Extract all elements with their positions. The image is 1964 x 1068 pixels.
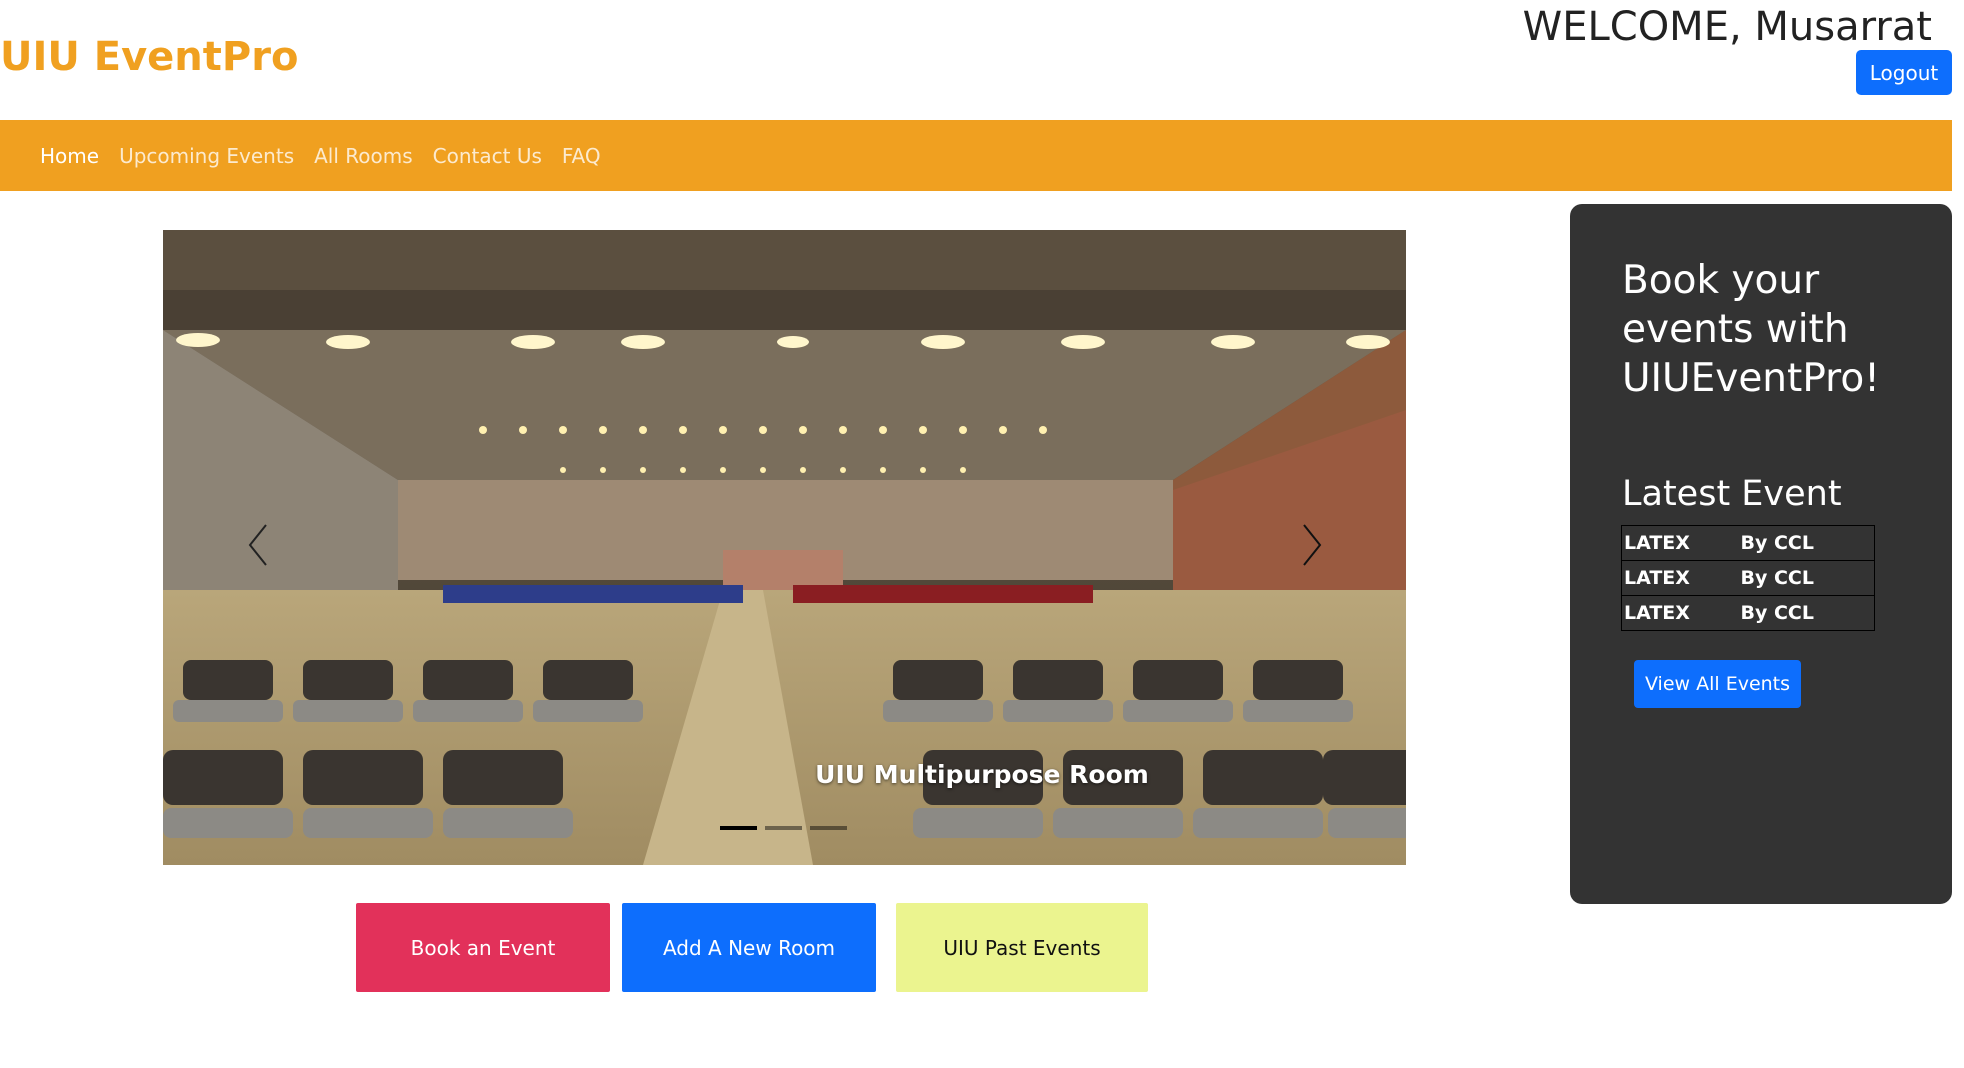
chevron-left-icon [248, 524, 267, 566]
welcome-text: WELCOME, Musarrat [1522, 4, 1932, 50]
event-name-cell: LATEX [1621, 560, 1739, 596]
event-organizer-cell: By CCL [1738, 525, 1875, 561]
carousel-indicator[interactable] [720, 826, 757, 830]
chevron-right-icon [1303, 524, 1322, 566]
view-all-events-button[interactable]: View All Events [1634, 660, 1801, 708]
logout-button[interactable]: Logout [1856, 50, 1952, 95]
carousel-next-button[interactable] [1292, 515, 1332, 575]
table-row: LATEX By CCL [1621, 560, 1875, 596]
event-organizer-cell: By CCL [1738, 560, 1875, 596]
table-row: LATEX By CCL [1621, 595, 1875, 631]
side-panel-title: Book your events with UIUEventPro! [1622, 258, 1880, 401]
event-organizer-cell: By CCL [1738, 595, 1875, 631]
booking-side-panel: Book your events with UIUEventPro! Lates… [1570, 204, 1952, 904]
book-event-button[interactable]: Book an Event [356, 903, 610, 992]
event-name-cell: LATEX [1621, 525, 1739, 561]
carousel-indicator[interactable] [765, 826, 802, 830]
latest-event-heading: Latest Event [1622, 474, 1842, 514]
add-room-button[interactable]: Add A New Room [622, 903, 876, 992]
brand-title: UIU EventPro [0, 34, 299, 80]
nav-item-faq[interactable]: FAQ [562, 144, 601, 168]
latest-events-table: LATEX By CCL LATEX By CCL LATEX By CCL [1621, 525, 1875, 631]
carousel-indicator[interactable] [810, 826, 847, 830]
carousel-prev-button[interactable] [238, 515, 278, 575]
nav-item-contact-us[interactable]: Contact Us [433, 144, 542, 168]
past-events-button[interactable]: UIU Past Events [896, 903, 1148, 992]
carousel-indicators [720, 826, 847, 830]
nav-item-all-rooms[interactable]: All Rooms [314, 144, 413, 168]
nav-item-upcoming-events[interactable]: Upcoming Events [119, 144, 294, 168]
event-name-cell: LATEX [1621, 595, 1739, 631]
nav-item-home[interactable]: Home [40, 144, 99, 168]
table-row: LATEX By CCL [1621, 525, 1875, 561]
main-navbar: Home Upcoming Events All Rooms Contact U… [0, 120, 1952, 191]
